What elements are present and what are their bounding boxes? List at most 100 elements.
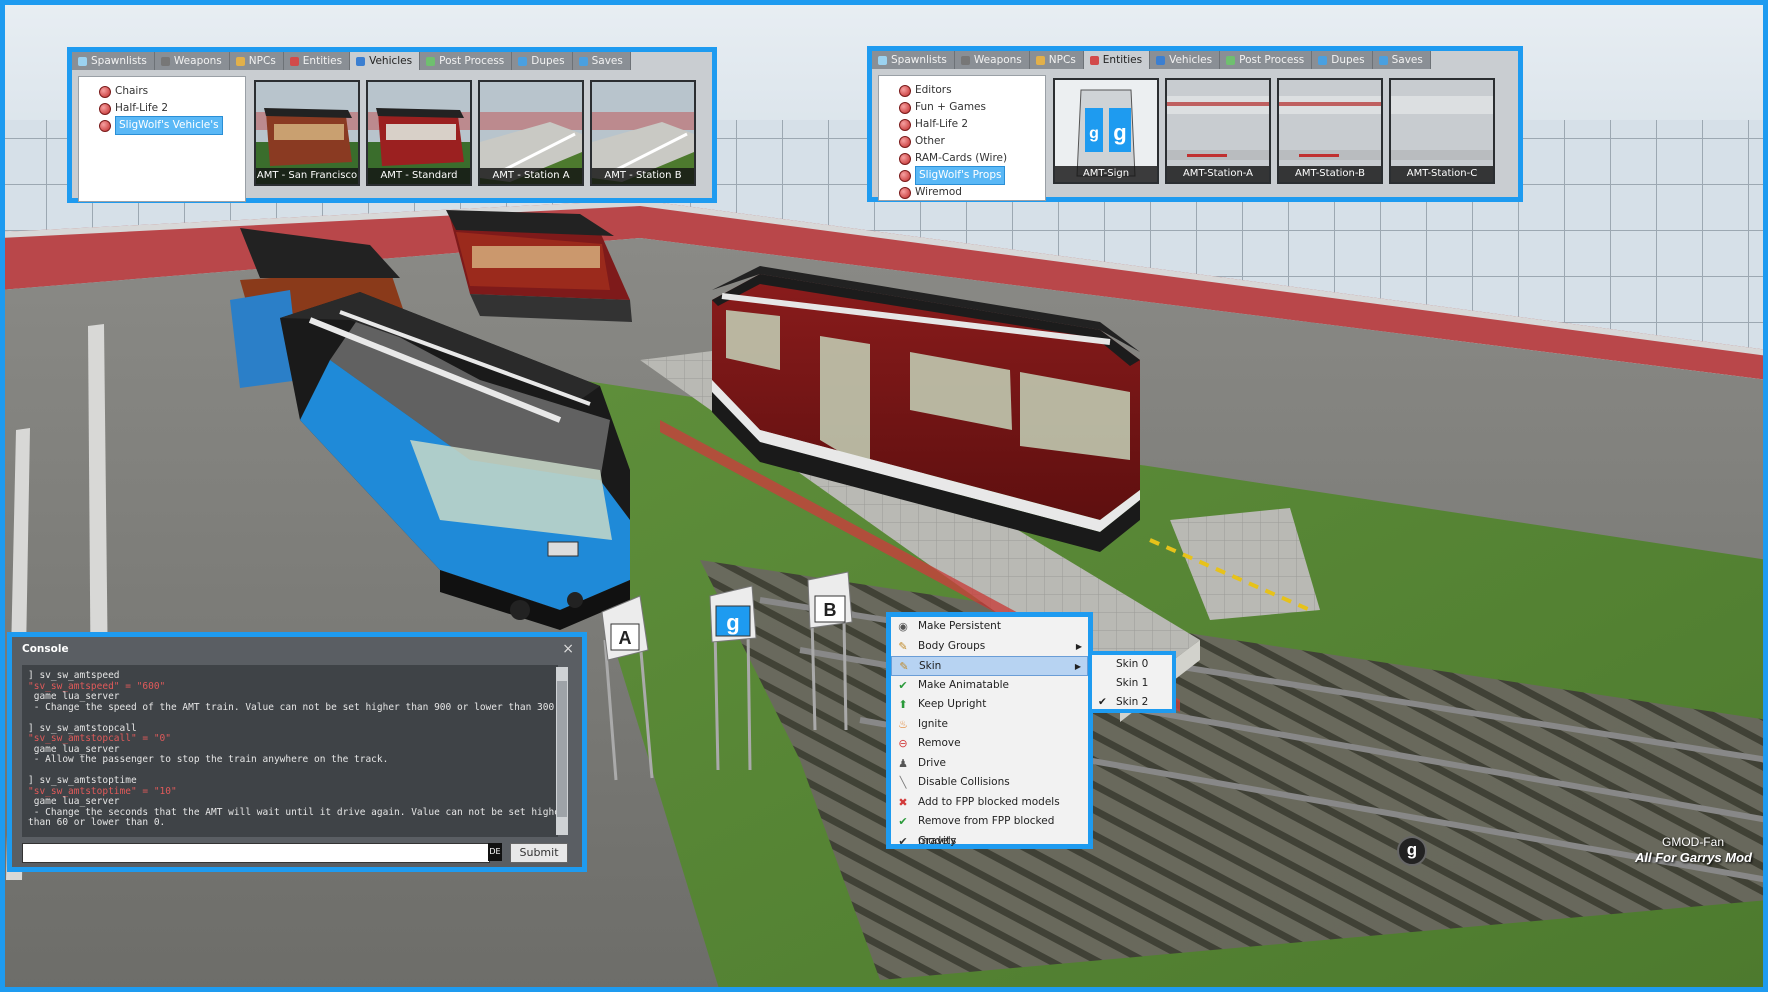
menu-item-skin[interactable]: ✎ Skin ▶: [891, 656, 1088, 676]
spawn-icon[interactable]: AMT - Station A: [478, 80, 584, 186]
menu-item-keep-upright[interactable]: ⬆ Keep Upright: [891, 695, 1088, 715]
menu-item-label: Skin: [919, 660, 942, 672]
tree-node[interactable]: SligWolf's Vehicle's: [79, 116, 245, 135]
spawn-icon-grid: g g AMT-Sign AMT-Station-A AMT-Station-B AMT-…: [1053, 78, 1495, 184]
cross-icon: ✖: [898, 795, 908, 809]
tab-saves[interactable]: Saves: [1373, 51, 1431, 69]
spawn-icon[interactable]: AMT - Station B: [590, 80, 696, 186]
menu-item-label: Make Animatable: [918, 678, 1010, 691]
console-scrollbar[interactable]: [556, 667, 568, 835]
console-line: than 60 or lower than 0.: [28, 817, 166, 828]
persist-icon: ◉: [898, 620, 908, 633]
tab-icon: [960, 55, 970, 65]
console-line: game lua_server: [28, 796, 120, 807]
tab-entities[interactable]: Entities: [284, 52, 351, 70]
tab-vehicles[interactable]: Vehicles: [1150, 51, 1221, 69]
spawn-icon[interactable]: AMT-Station-A: [1165, 78, 1271, 184]
tab-icon: [426, 56, 436, 66]
tab-label: NPCs: [248, 55, 276, 67]
tree-node[interactable]: Other: [879, 133, 1045, 150]
tab-weapons[interactable]: Weapons: [155, 52, 230, 70]
tree-node-label: Half-Life 2: [115, 102, 169, 114]
tab-icon: [235, 56, 245, 66]
menu-item-body-groups[interactable]: ✎ Body Groups ▶: [891, 637, 1088, 657]
spawn-icon-label: AMT - Station A: [480, 168, 582, 184]
menu-item-gravity[interactable]: ✔ Gravity: [891, 832, 1088, 852]
tree-node[interactable]: Chairs: [79, 83, 245, 100]
tree-node[interactable]: RAM-Cards (Wire): [879, 150, 1045, 167]
category-tree: Chairs Half-Life 2 SligWolf's Vehicle's: [78, 76, 246, 202]
skin-option[interactable]: Skin 1: [1092, 674, 1172, 693]
menu-item-make-animatable[interactable]: ✔ Make Animatable: [891, 676, 1088, 696]
tree-node[interactable]: Wiremod: [879, 184, 1045, 201]
tab-label: Weapons: [173, 55, 222, 67]
spawn-icon-label: AMT - Station B: [592, 168, 694, 184]
spawn-icon[interactable]: AMT - Standard: [366, 80, 472, 186]
spawn-icon-label: AMT-Station-C: [1391, 166, 1493, 182]
tab-npcs[interactable]: NPCs: [1030, 51, 1084, 69]
tab-icon: [1035, 55, 1045, 65]
tab-label: Post Process: [1239, 54, 1305, 66]
spawn-menu-tabs: Spawnlists Weapons NPCs Entities Vehicles Pos…: [872, 51, 1431, 69]
menu-item-disable-collisions[interactable]: ╲ Disable Collisions: [891, 773, 1088, 793]
tab-label: Spawnlists: [91, 55, 147, 67]
watermark-line1: GMOD-Fan: [1661, 835, 1724, 849]
tab-icon: [1378, 55, 1388, 65]
spawn-icon[interactable]: AMT - San Francisco: [254, 80, 360, 186]
close-icon[interactable]: ×: [562, 641, 574, 657]
tab-npcs[interactable]: NPCs: [230, 52, 284, 70]
chevron-right-icon: ▶: [1074, 662, 1081, 671]
tree-node[interactable]: Editors: [879, 82, 1045, 99]
spawn-icon[interactable]: AMT-Station-C: [1389, 78, 1495, 184]
checkmark-icon: ✔: [1098, 696, 1107, 708]
tree-node[interactable]: Half-Life 2: [79, 100, 245, 117]
tab-label: Vehicles: [369, 55, 413, 67]
tree-node[interactable]: Half-Life 2: [879, 116, 1045, 133]
tab-post-process[interactable]: Post Process: [420, 52, 513, 70]
scrollbar-thumb[interactable]: [557, 681, 567, 817]
menu-item-drive[interactable]: ♟ Drive: [891, 754, 1088, 774]
menu-item-add-to-fpp-blocked-models[interactable]: ✖ Add to FPP blocked models: [891, 793, 1088, 813]
remove-icon: ⊖: [898, 737, 908, 750]
menu-item-remove[interactable]: ⊖ Remove: [891, 734, 1088, 754]
gmod-logo-icon: g: [1397, 836, 1427, 866]
tree-node[interactable]: SligWolf's Props: [879, 166, 1045, 185]
menu-item-ignite[interactable]: ♨ Ignite: [891, 715, 1088, 735]
console-line: - Allow the passenger to stop the train …: [28, 754, 389, 765]
spawn-icon-label: AMT - San Francisco: [256, 168, 358, 184]
tab-dupes[interactable]: Dupes: [512, 52, 573, 70]
svg-text:g: g: [1113, 120, 1126, 145]
tab-weapons[interactable]: Weapons: [955, 51, 1030, 69]
menu-item-remove-from-fpp-blocked-models[interactable]: ✔ Remove from FPP blocked models: [891, 812, 1088, 847]
submit-button[interactable]: Submit: [510, 843, 568, 863]
menu-item-make-persistent[interactable]: ◉ Make Persistent: [891, 617, 1088, 637]
tree-node-label: Wiremod: [915, 186, 962, 198]
category-icon: [899, 186, 911, 199]
sign-g-label: g: [726, 610, 739, 635]
spawn-icon[interactable]: g g AMT-Sign: [1053, 78, 1159, 184]
wrench-icon: ✎: [898, 639, 908, 653]
tab-vehicles[interactable]: Vehicles: [350, 52, 421, 70]
tab-label: Entities: [1102, 54, 1143, 66]
tree-node-label: RAM-Cards (Wire): [915, 152, 1008, 164]
tab-post-process[interactable]: Post Process: [1220, 51, 1313, 69]
sign-b-label: B: [824, 600, 837, 620]
menu-item-label: Disable Collisions: [918, 776, 1010, 788]
skin-option[interactable]: ✔ Skin 2: [1092, 693, 1172, 712]
tree-node[interactable]: Fun + Games: [879, 99, 1045, 116]
tab-saves[interactable]: Saves: [573, 52, 631, 70]
spawn-menu-tabs: Spawnlists Weapons NPCs Entities Vehicles Pos…: [72, 52, 631, 70]
console-input[interactable]: [22, 843, 490, 863]
menu-item-label: Make Persistent: [918, 620, 1001, 632]
spawn-icon[interactable]: AMT-Station-B: [1277, 78, 1383, 184]
menu-item-label: Gravity: [918, 834, 957, 847]
console-line: ] sv_sw_amtspeed: [28, 670, 120, 681]
tab-dupes[interactable]: Dupes: [1312, 51, 1373, 69]
tab-spawnlists[interactable]: Spawnlists: [872, 51, 955, 69]
menu-item-label: Remove: [918, 737, 961, 749]
tab-entities[interactable]: Entities: [1083, 51, 1151, 69]
skin-option[interactable]: Skin 0: [1092, 655, 1172, 674]
tab-icon: [289, 56, 299, 66]
console-title: Console: [22, 643, 69, 655]
tab-spawnlists[interactable]: Spawnlists: [72, 52, 155, 70]
